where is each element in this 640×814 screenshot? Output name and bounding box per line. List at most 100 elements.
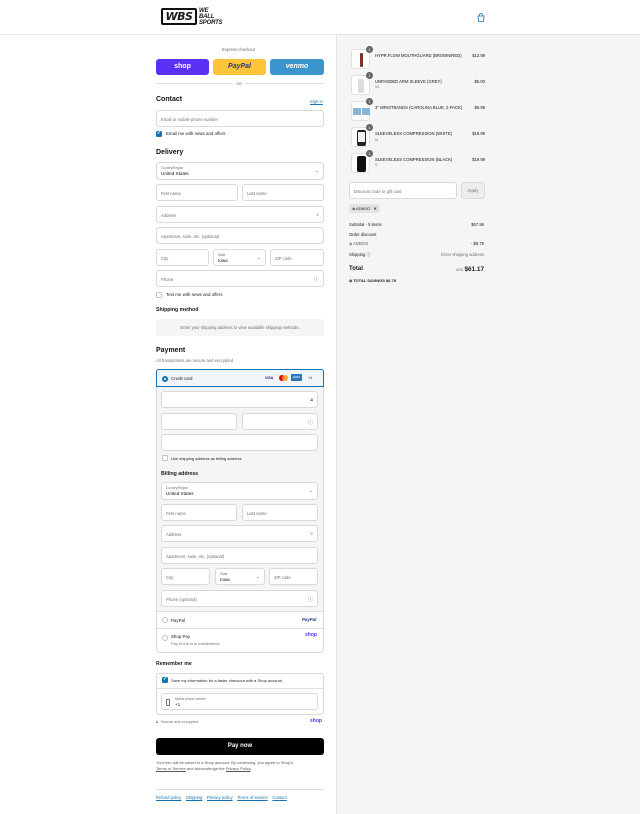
order-summary-panel bbox=[336, 35, 640, 814]
chevron-down-icon: ⌄ bbox=[255, 574, 260, 580]
mobile-phone-field[interactable]: Mobile phone number +1 bbox=[161, 693, 318, 710]
product-name: HYPR.FLOW MOUTHGUARD (BROWN/RED) bbox=[375, 53, 462, 58]
product-variant: S bbox=[375, 163, 378, 167]
lock-icon: 🔒︎ bbox=[310, 397, 313, 403]
venmo-express-button[interactable]: venmo bbox=[270, 59, 324, 75]
terms-of-service-footer-link[interactable]: Terms of service bbox=[237, 795, 267, 800]
text-news-label: Text me with news and offers bbox=[166, 292, 223, 297]
security-code-field[interactable]: ⓘ bbox=[242, 413, 318, 430]
help-circle-icon[interactable]: ⓘ bbox=[308, 596, 313, 603]
privacy-policy-link[interactable]: Privacy Policy bbox=[226, 766, 251, 771]
email-field[interactable]: Email or mobile phone number bbox=[156, 110, 324, 127]
total-row: Total USD $61.17 bbox=[349, 266, 484, 273]
zip-field[interactable]: ZIP code bbox=[270, 249, 324, 266]
card-number-field[interactable]: 🔒︎ bbox=[161, 391, 318, 408]
footer-divider bbox=[156, 789, 324, 790]
billing-city-field[interactable]: City bbox=[161, 568, 210, 585]
apply-button[interactable]: Apply bbox=[461, 182, 485, 199]
shipping-row: Shipping ⓘ Enter shipping address bbox=[349, 252, 484, 257]
discount-row: ⬗ ADBGO - $6.79 bbox=[349, 241, 484, 246]
credit-card-option[interactable]: Credit card VISA AMEX +4 bbox=[156, 369, 324, 387]
logo[interactable]: WBS WE BALL SPORTS bbox=[161, 8, 233, 26]
product-name: SLEEVELESS COMPRESSION (WHITE) bbox=[375, 131, 453, 136]
shopping-bag-icon[interactable] bbox=[477, 13, 485, 22]
state-select[interactable]: State Iowa ⌄ bbox=[213, 249, 266, 266]
cart-item: 1 HYPR.FLOW MOUTHGUARD (BROWN/RED) $12.9… bbox=[351, 46, 485, 71]
shipping-link[interactable]: Shipping bbox=[186, 795, 202, 800]
paypal-option[interactable]: PayPal PayPal bbox=[157, 611, 323, 628]
pay-now-button[interactable]: Pay now bbox=[156, 738, 324, 755]
use-shipping-checkbox[interactable] bbox=[162, 455, 168, 461]
shop-pay-express-button[interactable]: shop bbox=[156, 59, 209, 75]
text-news-checkbox[interactable] bbox=[156, 292, 162, 298]
discount-code-field[interactable]: Discount code or gift card bbox=[349, 182, 457, 199]
quantity-badge: 1 bbox=[366, 98, 373, 105]
shop-pay-radio[interactable] bbox=[162, 635, 168, 641]
billing-phone-field[interactable]: Phone (optional) ⓘ bbox=[161, 590, 318, 607]
email-news-label: Email me with news and offers bbox=[166, 131, 226, 136]
billing-zip-field[interactable]: ZIP code bbox=[269, 568, 318, 585]
header: WBS WE BALL SPORTS bbox=[0, 0, 640, 35]
sign-in-link[interactable]: Sign in bbox=[310, 99, 323, 104]
shop-pay-logo: shop bbox=[305, 632, 317, 638]
phone-field[interactable]: Phone ⓘ bbox=[156, 270, 324, 287]
refund-policy-link[interactable]: Refund policy bbox=[156, 795, 181, 800]
address-field[interactable]: Address ⌕ bbox=[156, 206, 324, 223]
billing-first-name-field[interactable]: First name bbox=[161, 504, 237, 521]
product-price: $19.99 bbox=[472, 157, 485, 162]
remember-me-title: Remember me bbox=[156, 661, 192, 667]
shipping-method-title: Shipping method bbox=[156, 307, 199, 313]
total-savings-row: ⬗ TOTAL SAVINGS $6.79 bbox=[349, 278, 397, 283]
name-on-card-field[interactable] bbox=[161, 434, 318, 451]
cart-item: 1 UNPADDED ARM SLEEVE (GREY) XL $5.00 bbox=[351, 72, 485, 97]
billing-last-name-field[interactable]: Last name bbox=[242, 504, 318, 521]
secure-lock-icon: 🔒︎ bbox=[156, 719, 159, 724]
quantity-badge: 1 bbox=[366, 46, 373, 53]
country-select[interactable]: Country/Region United States ⌄ bbox=[156, 162, 324, 180]
delivery-title: Delivery bbox=[156, 149, 184, 156]
footer-links: Refund policy Shipping Privacy policy Te… bbox=[156, 795, 287, 800]
subtotal-row: Subtotal · 5 items $67.96 bbox=[349, 222, 484, 227]
help-circle-icon[interactable]: ⓘ bbox=[366, 252, 370, 257]
help-circle-icon[interactable]: ⓘ bbox=[314, 276, 319, 283]
product-name: 3" WRISTBANDS (CAROLINA BLUE, 2-PACK) bbox=[375, 105, 463, 110]
email-news-checkbox[interactable] bbox=[156, 130, 162, 137]
use-shipping-label: Use shipping address as billing address bbox=[171, 456, 242, 461]
save-info-checkbox[interactable] bbox=[162, 676, 168, 683]
close-icon[interactable]: ✕ bbox=[374, 206, 377, 211]
help-circle-icon[interactable]: ⓘ bbox=[308, 419, 313, 426]
city-field[interactable]: City bbox=[156, 249, 209, 266]
cart-item: 1 3" WRISTBANDS (CAROLINA BLUE, 2-PACK) … bbox=[351, 98, 485, 123]
credit-card-radio[interactable] bbox=[162, 376, 168, 382]
expiration-date-field[interactable] bbox=[161, 413, 237, 430]
amex-icon: AMEX bbox=[291, 374, 302, 381]
mobile-phone-icon bbox=[166, 699, 170, 706]
save-info-label: Save my information for a faster checkou… bbox=[171, 678, 282, 683]
express-checkout-title: Express checkout bbox=[222, 47, 256, 52]
more-cards-badge: +4 bbox=[308, 376, 313, 380]
chevron-down-icon: ⌄ bbox=[314, 168, 319, 174]
logo-text-sports: SPORTS bbox=[199, 20, 223, 26]
product-variant: M bbox=[375, 138, 379, 142]
paypal-radio[interactable] bbox=[162, 617, 168, 623]
billing-address-field[interactable]: Address ⌕ bbox=[161, 525, 318, 542]
last-name-field[interactable]: Last name bbox=[242, 184, 324, 201]
shop-pay-option[interactable]: Shop Pay Pay in full or in installments … bbox=[157, 628, 323, 652]
terms-of-service-link[interactable]: Terms of Service bbox=[156, 766, 186, 771]
product-name: SLEEVELESS COMPRESSION (BLACK) bbox=[375, 157, 453, 162]
billing-apartment-field[interactable]: Apartment, suite, etc. (optional) bbox=[161, 547, 318, 564]
contact-link[interactable]: Contact bbox=[272, 795, 286, 800]
mastercard-icon bbox=[279, 375, 288, 381]
shop-logo: shop bbox=[310, 718, 322, 724]
product-variant: XL bbox=[375, 85, 380, 89]
logo-mark: WBS bbox=[161, 8, 197, 25]
billing-state-select[interactable]: State Iowa ⌄ bbox=[215, 568, 265, 585]
visa-icon: VISA bbox=[265, 376, 274, 380]
chevron-down-icon: ⌄ bbox=[256, 255, 261, 261]
billing-country-select[interactable]: Country/Region United States ⌄ bbox=[161, 482, 318, 500]
apartment-field[interactable]: Apartment, suite, etc. (optional) bbox=[156, 227, 324, 244]
cart-item: 1 SLEEVELESS COMPRESSION (WHITE) M $19.9… bbox=[351, 124, 485, 149]
paypal-express-button[interactable]: PayPal bbox=[213, 59, 266, 75]
first-name-field[interactable]: First name bbox=[156, 184, 238, 201]
privacy-policy-footer-link[interactable]: Privacy policy bbox=[207, 795, 233, 800]
